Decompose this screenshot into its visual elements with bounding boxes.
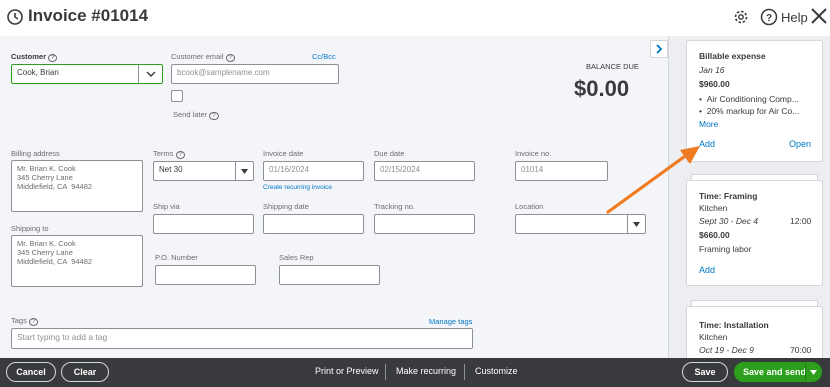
customer-email-field[interactable]: bcook@samplename.com xyxy=(171,64,339,84)
card-hours: 70:00 xyxy=(790,345,812,355)
po-number-field[interactable] xyxy=(155,265,256,285)
invoice-no-field[interactable]: 01014 xyxy=(515,161,608,181)
info-icon: ? xyxy=(175,151,185,159)
shipping-date-label: Shipping date xyxy=(263,202,309,211)
invoice-date-label: Invoice date xyxy=(263,149,304,158)
create-recurring-link[interactable]: Create recurring invoice xyxy=(263,184,332,191)
gear-icon[interactable] xyxy=(732,8,750,26)
shipping-to-field[interactable]: Mr. Brian K. Cook 345 Cherry Lane Middle… xyxy=(11,235,143,287)
annotation-arrow xyxy=(606,146,700,214)
invoice-form: Customer ? Cook, Brian Customer email ? … xyxy=(0,36,668,358)
history-icon[interactable] xyxy=(6,8,24,26)
tracking-no-field[interactable] xyxy=(374,214,475,234)
customer-email-label: Customer email ? xyxy=(171,52,235,62)
invoice-date-field[interactable]: 01/16/2024 xyxy=(263,161,364,181)
card-amount: $960.00 xyxy=(699,79,730,89)
shipping-to-label: Shipping to xyxy=(11,224,49,233)
send-later-checkbox[interactable] xyxy=(171,90,183,102)
info-icon: ? xyxy=(48,54,58,62)
chevron-down-icon[interactable] xyxy=(138,65,162,83)
info-icon: ? xyxy=(28,318,39,326)
save-and-send-label: Save and send xyxy=(743,367,807,377)
make-recurring-link[interactable]: Make recurring xyxy=(396,366,456,376)
tags-input[interactable]: Start typing to add a tag xyxy=(11,328,473,349)
info-icon: ? xyxy=(225,54,235,62)
add-button[interactable]: Add xyxy=(699,265,715,275)
send-later-label: Send later ? xyxy=(173,110,219,120)
close-icon[interactable] xyxy=(810,7,828,25)
location-label: Location xyxy=(515,202,544,211)
save-button[interactable]: Save xyxy=(682,362,728,382)
clear-button[interactable]: Clear xyxy=(61,362,109,382)
card-subtitle: Kitchen xyxy=(699,332,728,342)
card-date: Jan 16 xyxy=(699,65,725,75)
cc-bcc-link[interactable]: Cc/Bcc xyxy=(312,52,336,61)
manage-tags-link[interactable]: Manage tags xyxy=(429,317,472,326)
due-date-field[interactable]: 02/15/2024 xyxy=(374,161,475,181)
tracking-no-label: Tracking no. xyxy=(374,202,415,211)
svg-text:?: ? xyxy=(766,13,772,24)
info-icon: ? xyxy=(209,112,219,120)
footer-divider xyxy=(464,364,465,380)
ship-via-field[interactable] xyxy=(153,214,254,234)
sales-rep-field[interactable] xyxy=(279,265,380,285)
card-bullet: • Air Conditioning Comp... xyxy=(699,94,799,104)
card-description: Framing labor xyxy=(699,244,752,254)
page-title: Invoice #01014 xyxy=(28,6,149,25)
terms-select[interactable]: Net 30 xyxy=(153,161,254,181)
customer-value: Cook, Brian xyxy=(17,68,59,77)
card-title: Time: Installation xyxy=(699,320,769,330)
card-title: Billable expense xyxy=(699,51,766,61)
chevron-right-icon xyxy=(656,44,663,54)
invoice-header: Invoice #01014 ? Help xyxy=(0,0,830,36)
due-date-label: Due date xyxy=(374,149,405,158)
terms-label: Terms ? xyxy=(153,149,185,159)
help-icon[interactable]: ? xyxy=(760,8,778,26)
ship-via-label: Ship via xyxy=(153,202,180,211)
balance-due-label: BALANCE DUE xyxy=(586,62,639,71)
shipping-date-field[interactable] xyxy=(263,214,364,234)
card-date: Oct 19 - Dec 9 xyxy=(699,345,754,355)
customer-label: Customer ? xyxy=(11,52,58,62)
billing-address-field[interactable]: Mr. Brian K. Cook 345 Cherry Lane Middle… xyxy=(11,160,143,212)
footer-bar: Cancel Clear Print or Preview Make recur… xyxy=(0,358,830,387)
print-preview-link[interactable]: Print or Preview xyxy=(315,366,379,376)
card-hours: 12:00 xyxy=(790,216,812,226)
sales-rep-label: Sales Rep xyxy=(279,253,314,262)
po-number-label: P.O. Number xyxy=(155,253,198,262)
more-link[interactable]: More xyxy=(699,119,718,129)
open-button[interactable]: Open xyxy=(789,139,811,149)
card-amount: $660.00 xyxy=(699,230,730,240)
footer-divider xyxy=(385,364,386,380)
cancel-button[interactable]: Cancel xyxy=(6,362,56,382)
customize-link[interactable]: Customize xyxy=(475,366,518,376)
time-installation-card: Time: Installation Kitchen Oct 19 - Dec … xyxy=(686,306,823,358)
collapse-panel-button[interactable] xyxy=(650,40,668,58)
caret-down-icon[interactable] xyxy=(235,162,253,180)
card-bullet: • 20% markup for Air Co... xyxy=(699,106,800,116)
help-label[interactable]: Help xyxy=(781,10,808,25)
tags-label: Tags ? xyxy=(11,316,39,326)
invoice-no-label: Invoice no. xyxy=(515,149,552,158)
balance-due-value: $0.00 xyxy=(574,76,630,101)
caret-down-icon[interactable] xyxy=(805,363,821,381)
billing-address-label: Billing address xyxy=(11,149,60,158)
terms-value: Net 30 xyxy=(159,165,183,174)
save-and-send-button[interactable]: Save and send xyxy=(734,362,822,382)
customer-select[interactable]: Cook, Brian xyxy=(11,64,163,84)
